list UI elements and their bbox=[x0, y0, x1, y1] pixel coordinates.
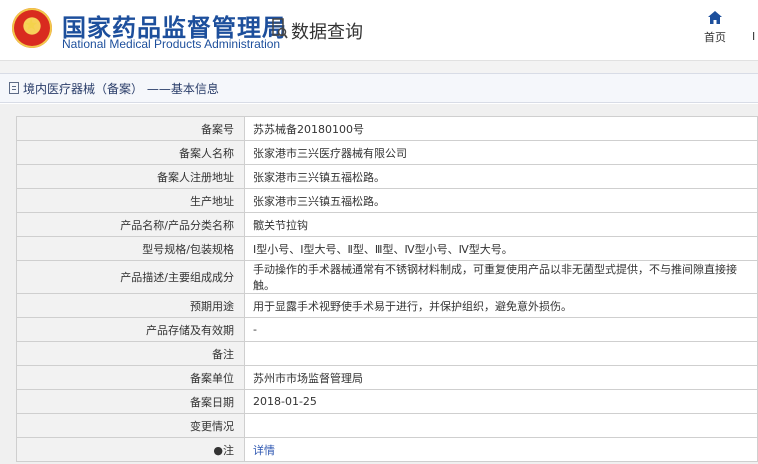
row-label: 变更情况 bbox=[16, 413, 245, 438]
row-value: 苏苏械备20180100号 bbox=[244, 116, 758, 141]
home-icon bbox=[708, 11, 722, 24]
row-value: 张家港市三兴医疗器械有限公司 bbox=[244, 140, 758, 165]
table-row: 备案日期 2018-01-25 bbox=[16, 389, 758, 414]
row-value: - bbox=[244, 317, 758, 342]
row-value: 髋关节拉钩 bbox=[244, 212, 758, 237]
row-label: 产品名称/产品分类名称 bbox=[16, 212, 245, 237]
table-row: 备案人注册地址 张家港市三兴镇五福松路。 bbox=[16, 164, 758, 189]
org-name-en: National Medical Products Administration bbox=[62, 37, 281, 51]
table-row: 生产地址 张家港市三兴镇五福松路。 bbox=[16, 188, 758, 213]
table-row: 产品名称/产品分类名称 髋关节拉钩 bbox=[16, 212, 758, 237]
table-row: ●注 详情 bbox=[16, 437, 758, 462]
table-row: 产品描述/主要组成成分 手动操作的手术器械通常有不锈钢材料制成，可重复使用产品以非… bbox=[16, 260, 758, 294]
table-row: 备案人名称 张家港市三兴医疗器械有限公司 bbox=[16, 140, 758, 165]
table-row: 备案号 苏苏械备20180100号 bbox=[16, 116, 758, 141]
row-label: 备案号 bbox=[16, 116, 245, 141]
row-label: 预期用途 bbox=[16, 293, 245, 318]
national-emblem-icon: ★ bbox=[12, 8, 52, 48]
row-value: 张家港市三兴镇五福松路。 bbox=[244, 188, 758, 213]
row-value: 2018-01-25 bbox=[244, 389, 758, 414]
detail-panel: 备案号 苏苏械备20180100号 备案人名称 张家港市三兴医疗器械有限公司 备案人… bbox=[0, 104, 758, 464]
row-value: 手动操作的手术器械通常有不锈钢材料制成，可重复使用产品以非无菌型式提供，不与推间… bbox=[244, 260, 758, 294]
row-label: 备案人注册地址 bbox=[16, 164, 245, 189]
row-value: 张家港市三兴镇五福松路。 bbox=[244, 164, 758, 189]
breadcrumb-text: 境内医疗器械（备案） ——基本信息 bbox=[23, 81, 219, 96]
table-row: 变更情况 bbox=[16, 413, 758, 438]
header-separator bbox=[0, 60, 758, 73]
table-row: 备案单位 苏州市市场监督管理局 bbox=[16, 365, 758, 390]
row-value: 详情 bbox=[244, 437, 758, 462]
row-label: 型号规格/包装规格 bbox=[16, 236, 245, 261]
table-row: 预期用途 用于显露手术视野使手术易于进行，并保护组织，避免意外损伤。 bbox=[16, 293, 758, 318]
row-label: 备注 bbox=[16, 341, 245, 366]
row-value: Ⅰ型小号、Ⅰ型大号、Ⅱ型、Ⅲ型、Ⅳ型小号、Ⅳ型大号。 bbox=[244, 236, 758, 261]
row-value: 用于显露手术视野使手术易于进行，并保护组织，避免意外损伤。 bbox=[244, 293, 758, 318]
site-header: ★ 国家药品监督管理局 National Medical Products Ad… bbox=[0, 0, 758, 60]
row-label: 备案日期 bbox=[16, 389, 245, 414]
row-value bbox=[244, 341, 758, 366]
device-detail-table: 备案号 苏苏械备20180100号 备案人名称 张家港市三兴医疗器械有限公司 备案人… bbox=[16, 116, 758, 462]
row-label: 生产地址 bbox=[16, 188, 245, 213]
table-row: 产品存储及有效期 - bbox=[16, 317, 758, 342]
data-query-title: 数据查询 bbox=[291, 22, 363, 43]
row-label: 产品存储及有效期 bbox=[16, 317, 245, 342]
nav-home[interactable]: 首页 bbox=[700, 10, 730, 45]
nav-next-item-cut[interactable]: I bbox=[752, 30, 755, 43]
row-value bbox=[244, 413, 758, 438]
nav-home-label: 首页 bbox=[704, 31, 726, 44]
table-row: 型号规格/包装规格 Ⅰ型小号、Ⅰ型大号、Ⅱ型、Ⅲ型、Ⅳ型小号、Ⅳ型大号。 bbox=[16, 236, 758, 261]
row-label: 备案单位 bbox=[16, 365, 245, 390]
document-icon bbox=[9, 82, 19, 94]
row-value: 苏州市市场监督管理局 bbox=[244, 365, 758, 390]
row-label: 备案人名称 bbox=[16, 140, 245, 165]
breadcrumb: 境内医疗器械（备案） ——基本信息 bbox=[0, 73, 758, 103]
row-label-note: ●注 bbox=[16, 437, 245, 462]
search-document-icon bbox=[272, 18, 288, 39]
details-link[interactable]: 详情 bbox=[253, 444, 275, 457]
table-row: 备注 bbox=[16, 341, 758, 366]
row-label: 产品描述/主要组成成分 bbox=[16, 260, 245, 294]
